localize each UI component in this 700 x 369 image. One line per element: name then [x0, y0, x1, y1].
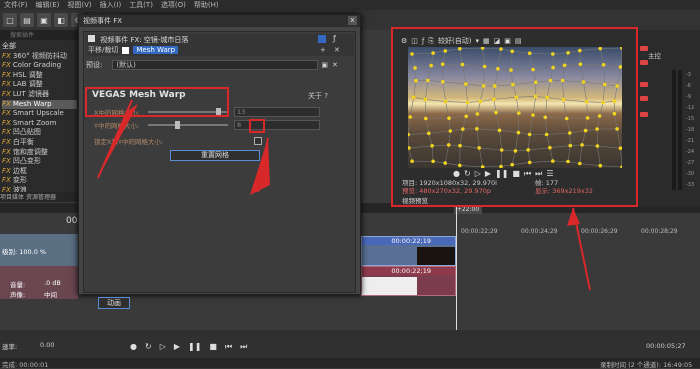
- annotation-arrows: [97, 99, 591, 291]
- arrow-line: [97, 99, 133, 179]
- arrow-head: [567, 208, 580, 226]
